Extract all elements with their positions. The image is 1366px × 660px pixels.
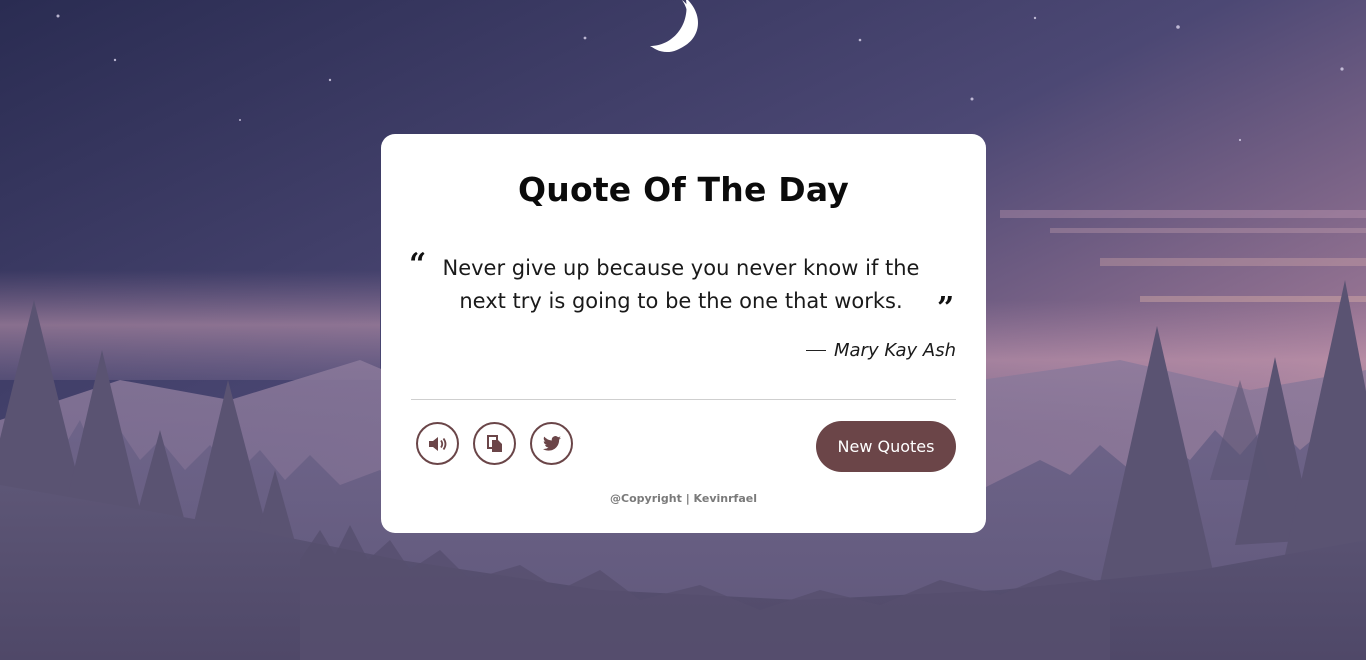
open-quote-icon: “ (409, 247, 427, 282)
quote-card: Quote Of The Day “ Never give up because… (381, 134, 986, 533)
volume-icon (428, 436, 446, 451)
author-name: Mary Kay Ash (833, 340, 956, 361)
new-quotes-button[interactable]: New Quotes (816, 421, 956, 472)
copy-button[interactable] (473, 422, 516, 465)
speech-button[interactable] (416, 422, 459, 465)
close-quote-icon: ” (937, 291, 955, 326)
author-line: Mary Kay Ash (805, 340, 956, 361)
divider (411, 399, 956, 400)
author-dash (805, 349, 826, 352)
copy-icon (486, 434, 502, 452)
card-title: Quote Of The Day (518, 170, 849, 209)
quote-text: Never give up because you never know if … (442, 256, 920, 313)
copyright-text: @Copyright | Kevinrfael (610, 492, 757, 505)
twitter-icon (542, 436, 561, 451)
twitter-button[interactable] (530, 422, 573, 465)
